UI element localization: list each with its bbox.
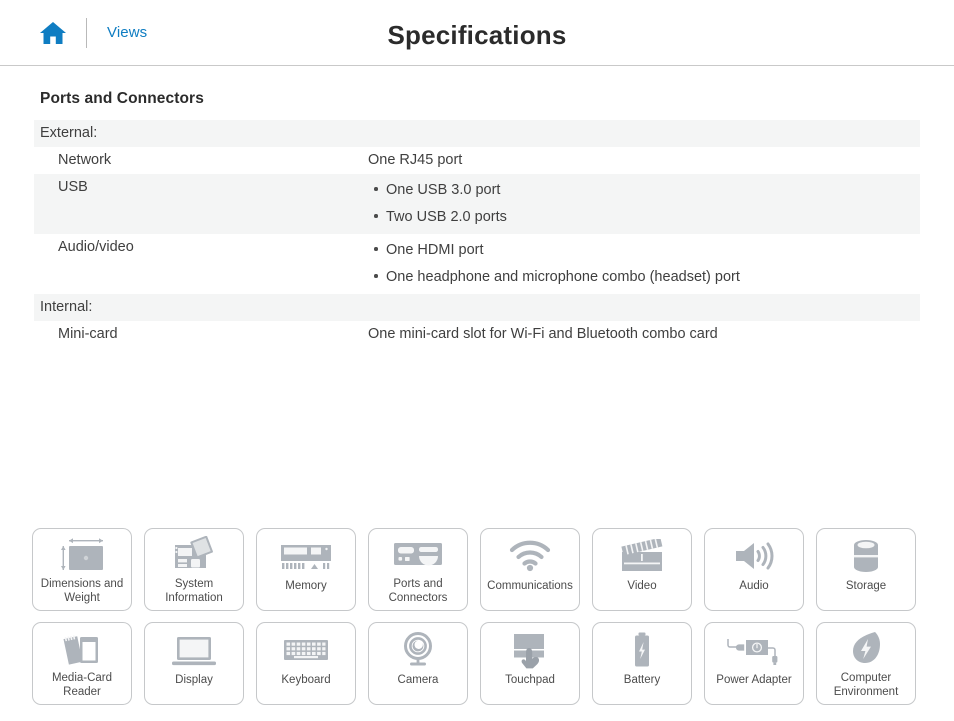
tile-display[interactable]: Display bbox=[144, 622, 244, 705]
group-label: External: bbox=[40, 125, 98, 141]
tile-touchpad[interactable]: Touchpad bbox=[480, 622, 580, 705]
tile-audio[interactable]: Audio bbox=[704, 528, 804, 611]
row-key: USB bbox=[58, 179, 88, 195]
camera-icon bbox=[398, 629, 438, 671]
tile-label: Battery bbox=[623, 674, 661, 686]
group-label: Internal: bbox=[40, 299, 93, 316]
list-item: One HDMI port bbox=[374, 239, 912, 266]
section-title: Ports and Connectors bbox=[40, 90, 204, 107]
table-group-header-row: External: bbox=[34, 120, 920, 147]
tile-camera[interactable]: Camera bbox=[368, 622, 468, 705]
tile-label: Communications bbox=[487, 580, 573, 592]
tile-power-adapter[interactable]: Power Adapter bbox=[704, 622, 804, 705]
tile-label: Computer Environment bbox=[833, 672, 899, 699]
tile-label: Ports and Connectors bbox=[388, 578, 448, 605]
tile-label: Media-Card Reader bbox=[51, 672, 113, 699]
tile-label: Display bbox=[175, 674, 213, 686]
tile-communications[interactable]: Communications bbox=[480, 528, 580, 611]
table-row: Audio/video One HDMI port One headphone … bbox=[34, 234, 920, 294]
tile-media-card-reader[interactable]: Media-Card Reader bbox=[32, 622, 132, 705]
storage-icon bbox=[849, 535, 883, 577]
table-row: Mini-card One mini-card slot for Wi-Fi a… bbox=[34, 321, 920, 348]
tile-label: Memory bbox=[285, 580, 327, 592]
row-value: One mini-card slot for Wi-Fi and Bluetoo… bbox=[368, 321, 920, 348]
tile-memory[interactable]: Memory bbox=[256, 528, 356, 611]
memory-icon bbox=[278, 535, 334, 577]
row-value: One HDMI port One headphone and micropho… bbox=[368, 234, 920, 294]
tile-label: Audio bbox=[739, 580, 769, 592]
wifi-icon bbox=[508, 535, 552, 577]
keyboard-icon bbox=[281, 629, 331, 671]
row-value-text: One mini-card slot for Wi-Fi and Bluetoo… bbox=[368, 326, 718, 343]
row-value-text: One RJ45 port bbox=[368, 152, 463, 168]
tile-dimensions-and-weight[interactable]: Dimensions and Weight bbox=[32, 528, 132, 611]
app-header: Views Specifications bbox=[0, 0, 954, 66]
list-item: One USB 3.0 port bbox=[374, 179, 912, 206]
tile-label: Camera bbox=[397, 674, 439, 686]
list-item: Two USB 2.0 ports bbox=[374, 206, 912, 228]
row-key: Audio/video bbox=[58, 239, 134, 256]
home-icon bbox=[39, 20, 67, 46]
row-key: Mini-card bbox=[58, 326, 118, 343]
tile-label: Power Adapter bbox=[716, 674, 792, 686]
category-tile-grid: Dimensions and Weight System Information… bbox=[32, 528, 922, 705]
media-card-reader-icon bbox=[60, 629, 104, 669]
speaker-icon bbox=[732, 535, 776, 577]
tile-label: System Information bbox=[165, 578, 223, 605]
tile-label: Video bbox=[627, 580, 657, 592]
table-row: USB One USB 3.0 port Two USB 2.0 ports bbox=[34, 174, 920, 235]
touchpad-icon bbox=[509, 629, 551, 671]
tile-label: Keyboard bbox=[281, 674, 331, 686]
tile-system-information[interactable]: System Information bbox=[144, 528, 244, 611]
tile-video[interactable]: Video bbox=[592, 528, 692, 611]
system-information-icon bbox=[170, 535, 218, 575]
tile-ports-and-connectors[interactable]: Ports and Connectors bbox=[368, 528, 468, 611]
dimensions-icon bbox=[55, 535, 109, 575]
views-link[interactable]: Views bbox=[107, 24, 147, 41]
tile-label: Dimensions and Weight bbox=[40, 578, 124, 605]
specifications-table: External: Network One RJ45 port USB One … bbox=[34, 120, 920, 348]
row-key: Network bbox=[58, 152, 112, 168]
tile-storage[interactable]: Storage bbox=[816, 528, 916, 611]
power-adapter-icon bbox=[724, 629, 784, 671]
ports-connectors-icon bbox=[392, 535, 444, 575]
row-value-list: One USB 3.0 port Two USB 2.0 ports bbox=[368, 179, 912, 228]
list-item: One headphone and microphone combo (head… bbox=[374, 266, 912, 288]
tile-keyboard[interactable]: Keyboard bbox=[256, 622, 356, 705]
table-row: Network One RJ45 port bbox=[34, 147, 920, 174]
display-icon bbox=[169, 629, 219, 671]
tile-label: Storage bbox=[845, 580, 887, 592]
leaf-icon bbox=[849, 629, 883, 669]
home-button[interactable] bbox=[38, 18, 68, 48]
row-value-list: One HDMI port One headphone and micropho… bbox=[368, 239, 912, 288]
tile-computer-environment[interactable]: Computer Environment bbox=[816, 622, 916, 705]
battery-icon bbox=[631, 629, 653, 671]
row-value: One USB 3.0 port Two USB 2.0 ports bbox=[368, 174, 920, 234]
tile-label: Touchpad bbox=[505, 674, 555, 686]
table-group-header-row: Internal: bbox=[34, 294, 920, 322]
header-divider bbox=[86, 17, 87, 48]
clapperboard-icon bbox=[619, 535, 665, 577]
tile-battery[interactable]: Battery bbox=[592, 622, 692, 705]
row-value: One RJ45 port bbox=[368, 147, 920, 174]
